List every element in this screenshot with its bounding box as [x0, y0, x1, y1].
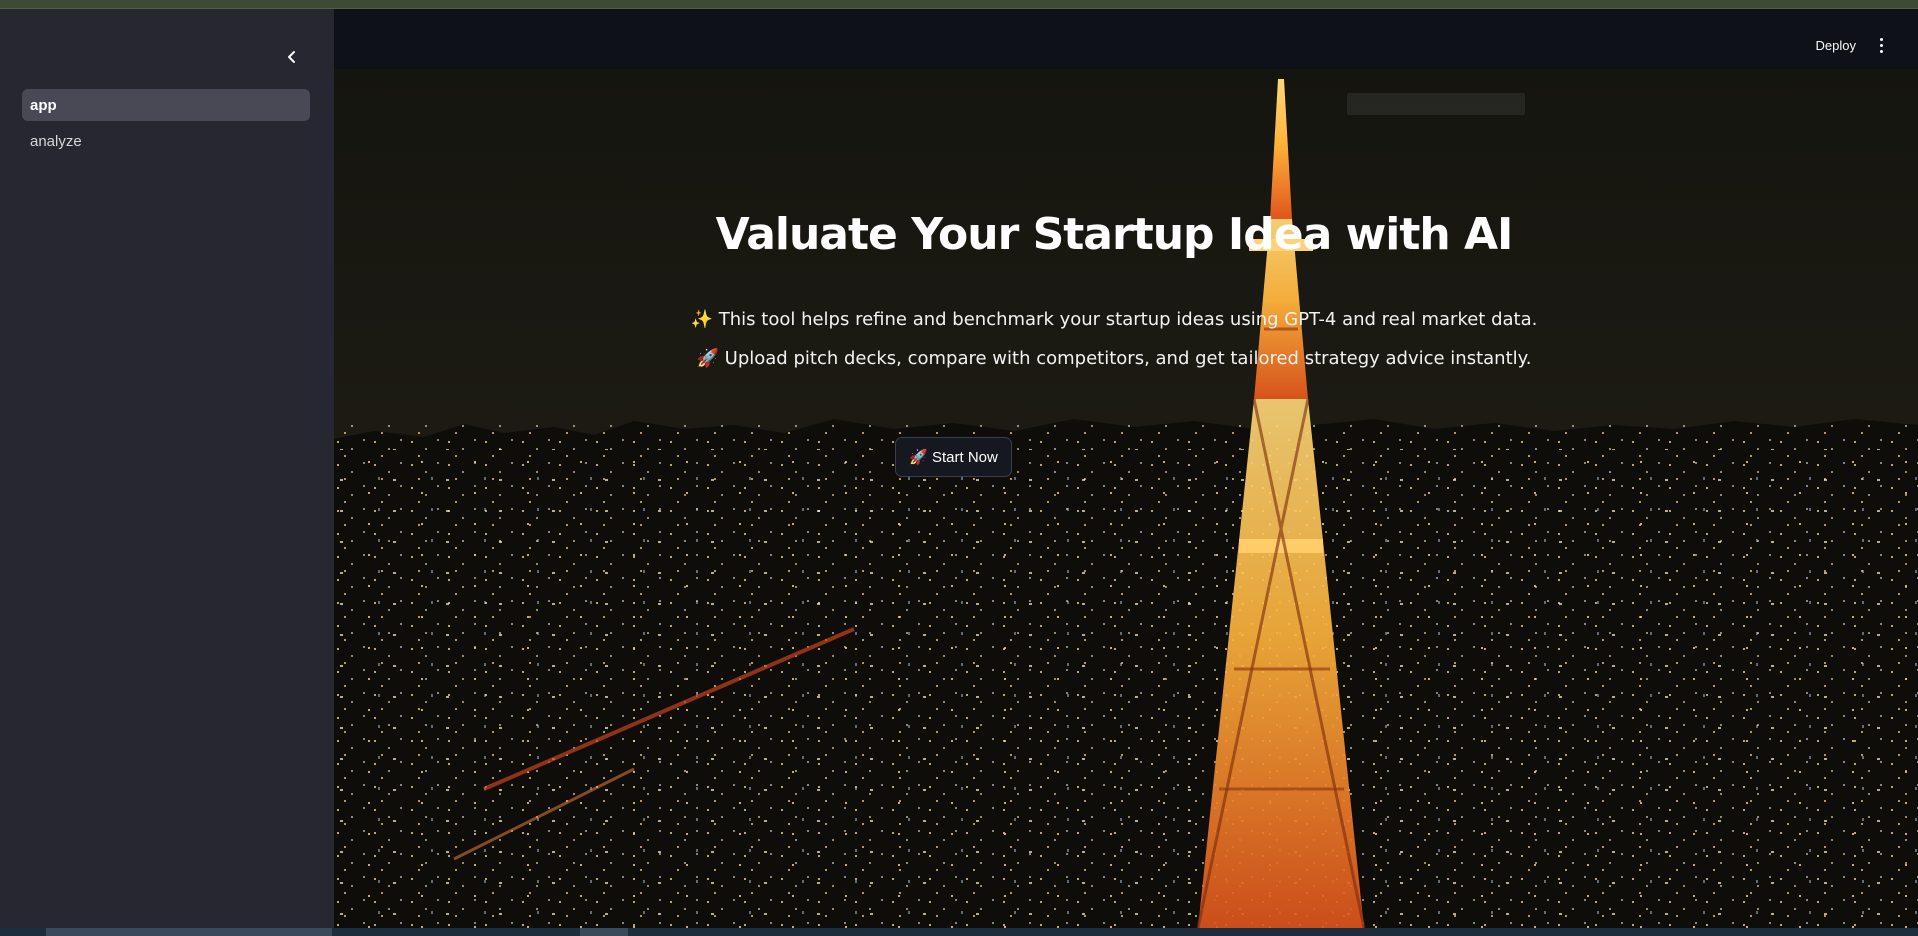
start-now-button[interactable]: 🚀 Start Now: [895, 437, 1012, 477]
sidebar-item-label: analyze: [30, 132, 82, 150]
chevron-left-icon: [288, 51, 295, 63]
taskbar-search[interactable]: [46, 928, 332, 936]
sidebar-nav: app analyze: [22, 89, 310, 161]
sidebar-item-analyze[interactable]: analyze: [22, 125, 310, 157]
taskbar-app[interactable]: [580, 928, 628, 936]
hero-title: Valuate Your Startup Idea with AI: [715, 209, 1514, 260]
main-content: Valuate Your Startup Idea with AI ✨ This…: [334, 69, 1918, 928]
deploy-button[interactable]: Deploy: [1816, 33, 1856, 57]
app-header: Deploy: [334, 9, 1918, 69]
sidebar: app analyze: [0, 9, 334, 928]
city-skyline-background: [334, 69, 1918, 928]
watermark-chip: [1347, 93, 1525, 115]
more-vertical-icon[interactable]: [1872, 33, 1890, 57]
sidebar-item-app[interactable]: app: [22, 89, 310, 121]
sidebar-item-label: app: [30, 96, 57, 114]
window-top-strip: [0, 0, 1918, 9]
hero-description-line-2: 🚀 Upload pitch decks, compare with compe…: [696, 348, 1532, 369]
os-taskbar: [0, 928, 1918, 936]
sidebar-collapse-button[interactable]: [280, 45, 304, 69]
hero-description-line-1: ✨ This tool helps refine and benchmark y…: [690, 309, 1538, 330]
